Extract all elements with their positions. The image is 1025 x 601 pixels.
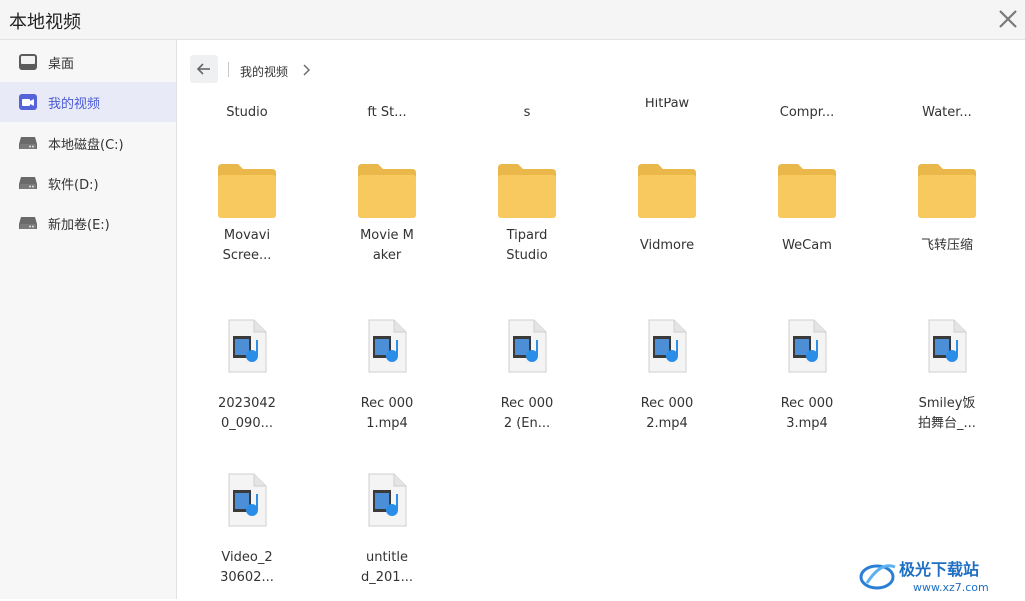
item-label: Rec 000 3.mp4 [780, 396, 834, 431]
sidebar-item-label: 本地磁盘(C:) [48, 137, 124, 153]
video-file-icon [928, 319, 967, 373]
title-bar: 本地视频 [0, 0, 1025, 40]
drive-icon [18, 133, 38, 153]
folder-icon [638, 164, 696, 218]
video-file-item[interactable]: Smiley饭 拍舞台_... [882, 318, 1012, 434]
item-label: Movie M aker [360, 228, 414, 263]
sidebar-item-my-videos[interactable]: 我的视频 [0, 82, 176, 122]
item-label: Movavi Scree... [222, 228, 272, 263]
partial-item-label[interactable]: Water... [882, 103, 1012, 123]
folder-item[interactable]: 飞转压缩 [882, 162, 1012, 256]
folder-icon [358, 164, 416, 218]
item-label: Rec 000 2.mp4 [640, 396, 694, 431]
video-file-item[interactable]: Rec 000 2.mp4 [602, 318, 732, 434]
sidebar-item-label: 软件(D:) [48, 177, 99, 193]
watermark-url: www.xz7.com [913, 581, 989, 594]
partial-item-label[interactable]: s [462, 103, 592, 123]
navigation-bar: 我的视频 [178, 40, 1025, 98]
item-label: Rec 000 1.mp4 [360, 396, 414, 431]
video-file-item[interactable]: Rec 000 2 (En... [462, 318, 592, 434]
item-label: WeCam [782, 238, 832, 253]
divider [228, 62, 229, 77]
chevron-right-icon [303, 64, 310, 76]
item-label: 2023042 0_090... [218, 396, 276, 431]
sidebar-item-drive-c[interactable]: 本地磁盘(C:) [0, 123, 176, 163]
item-label: Tipard Studio [506, 228, 548, 263]
item-label: Rec 000 2 (En... [500, 396, 554, 431]
video-file-item[interactable]: Rec 000 1.mp4 [322, 318, 452, 434]
item-label: untitle d_201... [361, 550, 413, 585]
video-file-icon [368, 473, 407, 527]
window-title: 本地视频 [9, 12, 81, 33]
video-file-item[interactable]: Video_2 30602... [182, 472, 312, 588]
sidebar-item-label: 新加卷(E:) [48, 217, 110, 233]
partial-item-label[interactable]: ft St... [322, 103, 452, 123]
back-button[interactable] [190, 55, 218, 83]
item-label: Vidmore [639, 238, 695, 253]
item-label: Video_2 30602... [220, 550, 274, 585]
partial-item-label[interactable]: Compr... [742, 103, 872, 123]
video-icon [18, 92, 38, 112]
video-file-item[interactable]: Rec 000 3.mp4 [742, 318, 872, 434]
sidebar-item-desktop[interactable]: 桌面 [0, 42, 176, 82]
arrow-left-icon [196, 63, 210, 75]
sidebar-item-label: 桌面 [48, 56, 75, 72]
folder-item[interactable]: Tipard Studio [462, 162, 592, 266]
drive-icon [18, 173, 38, 193]
video-file-icon [228, 473, 267, 527]
video-file-icon [648, 319, 687, 373]
video-file-icon [508, 319, 547, 373]
folder-icon [918, 164, 976, 218]
video-file-icon [788, 319, 827, 373]
folder-icon [498, 164, 556, 218]
sidebar-item-label: 我的视频 [48, 96, 101, 112]
sidebar-item-drive-d[interactable]: 软件(D:) [0, 163, 176, 203]
sidebar-item-drive-e[interactable]: 新加卷(E:) [0, 203, 176, 243]
watermark: 极光下载站 www.xz7.com [857, 553, 1017, 597]
folder-item[interactable]: Vidmore [602, 162, 732, 256]
sidebar: 桌面 我的视频 本地磁盘(C:) 软件(D:) 新加卷(E:) [0, 40, 177, 599]
video-file-icon [368, 319, 407, 373]
breadcrumb-current[interactable]: 我的视频 [240, 63, 288, 80]
video-file-icon [228, 319, 267, 373]
folder-item[interactable]: WeCam [742, 162, 872, 256]
partial-item-label[interactable]: HitPaw [602, 98, 732, 114]
watermark-text: 极光下载站 [899, 560, 979, 579]
folder-item[interactable]: Movavi Scree... [182, 162, 312, 266]
folder-icon [778, 164, 836, 218]
close-button[interactable] [995, 6, 1021, 32]
drive-icon [18, 213, 38, 233]
video-file-item[interactable]: untitle d_201... [322, 472, 452, 588]
desktop-icon [18, 52, 38, 72]
item-label: 飞转压缩 [920, 238, 973, 253]
item-label: Smiley饭 拍舞台_... [918, 396, 976, 431]
partial-item-label[interactable]: Studio [182, 103, 312, 123]
file-grid: Studio ft St... s HitPaw Compr... Water.… [178, 98, 1025, 599]
close-icon [999, 10, 1017, 28]
folder-icon [218, 164, 276, 218]
folder-item[interactable]: Movie M aker [322, 162, 452, 266]
video-file-item[interactable]: 2023042 0_090... [182, 318, 312, 434]
